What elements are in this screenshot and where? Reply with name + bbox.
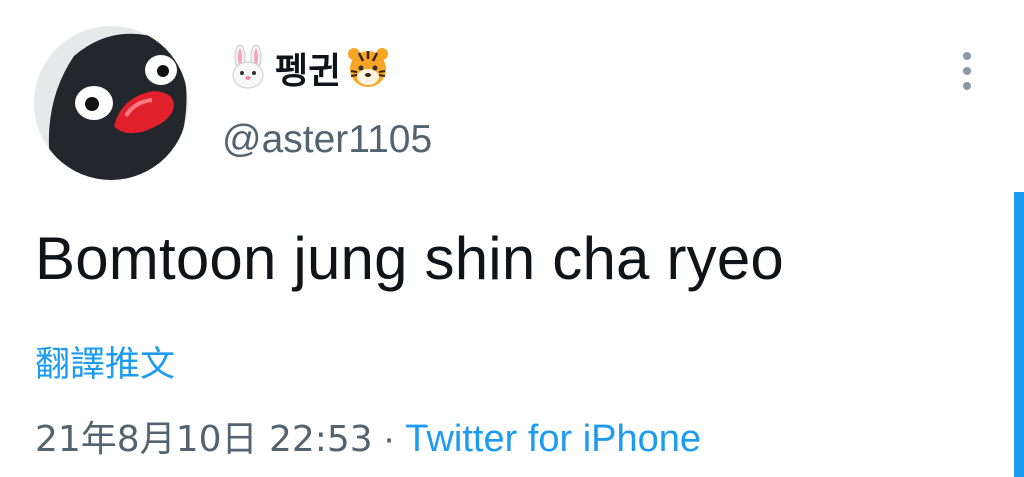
display-name[interactable]: 펭귄 xyxy=(225,42,391,94)
avatar[interactable] xyxy=(34,26,188,180)
rabbit-face-icon xyxy=(232,45,264,89)
more-options-button[interactable] xyxy=(950,48,984,94)
tweet-timestamp[interactable]: 21年8月10日 22:53 xyxy=(35,410,373,462)
more-dot-icon xyxy=(963,52,971,60)
scrollbar[interactable] xyxy=(1014,192,1024,477)
display-name-text: 펭귄 xyxy=(275,51,342,92)
tweet-source-link[interactable]: Twitter for iPhone xyxy=(405,418,701,461)
meta-separator: · xyxy=(382,418,396,460)
tiger-face-icon xyxy=(348,48,389,87)
translate-tweet-link[interactable]: 翻譯推文 xyxy=(35,336,175,387)
penguin-avatar-icon xyxy=(34,26,188,180)
handle[interactable]: @aster1105 xyxy=(222,118,432,162)
tweet-meta: 21年8月10日 22:53 · Twitter for iPhone xyxy=(35,410,701,462)
more-dot-icon xyxy=(963,82,971,90)
tweet-text: Bomtoon jung shin cha ryeo xyxy=(35,225,784,292)
more-dot-icon xyxy=(963,67,971,75)
